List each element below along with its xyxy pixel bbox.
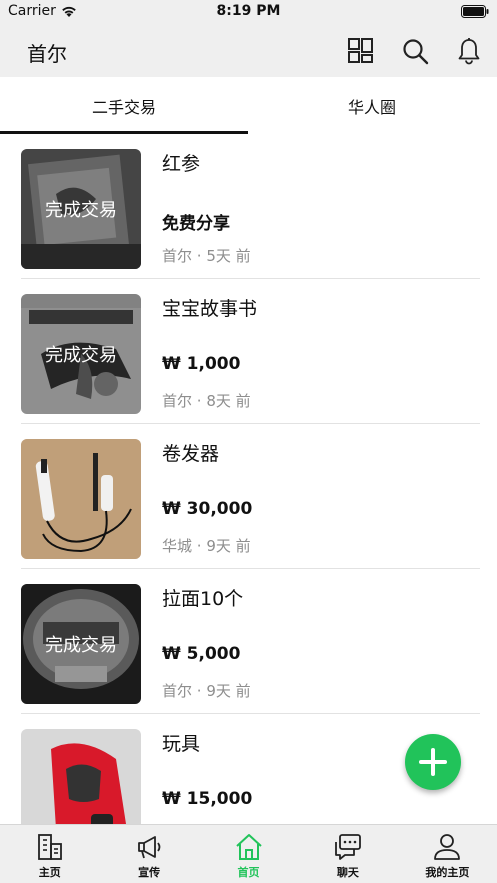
item-title: 拉面10个	[162, 588, 244, 610]
tabbar-item-chat[interactable]: 聊天	[298, 825, 397, 883]
list-item[interactable]: 完成交易 宝宝故事书 ₩ 1,000 首尔 · 8天 前	[0, 279, 497, 424]
tabbar-item-home[interactable]: 首页	[199, 825, 298, 883]
home-icon	[235, 834, 262, 860]
tab-community[interactable]: 华人圈	[248, 77, 496, 134]
building-icon	[37, 834, 62, 860]
list-item[interactable]: 完成交易 红参 免费分享 首尔 · 5天 前	[0, 134, 497, 279]
plus-icon	[419, 748, 447, 776]
curling-iron-photo	[21, 439, 141, 559]
clock: 8:19 PM	[216, 3, 281, 19]
add-listing-button[interactable]	[405, 734, 461, 790]
item-price: ₩ 1,000	[162, 354, 241, 374]
item-price: 免费分享	[162, 214, 230, 234]
item-price: ₩ 30,000	[162, 499, 253, 519]
tabbar-label: 宣传	[138, 866, 161, 879]
notifications-button[interactable]	[455, 37, 483, 65]
item-time: 9天 前	[206, 682, 251, 700]
grid-icon	[348, 38, 373, 63]
item-price: ₩ 5,000	[162, 644, 241, 664]
segment-tabs: 二手交易 华人圈	[0, 77, 497, 134]
tabbar-label: 主页	[38, 866, 61, 879]
tabbar-label: 首页	[237, 866, 260, 879]
tabbar-item-main[interactable]: 主页	[0, 825, 99, 883]
item-time: 9天 前	[206, 537, 251, 555]
item-thumbnail: 完成交易	[21, 149, 141, 269]
item-meta: 首尔 · 8天 前	[162, 392, 251, 410]
search-icon	[403, 39, 429, 65]
item-title: 宝宝故事书	[162, 298, 258, 320]
bottom-tab-bar: 主页 宣传 首页 聊天 我的主页	[0, 824, 497, 883]
item-thumbnail: 完成交易	[21, 294, 141, 414]
person-icon	[434, 834, 461, 860]
sold-overlay: 完成交易	[21, 294, 141, 414]
item-meta: 华城 · 9天 前	[162, 537, 251, 555]
item-price: ₩ 15,000	[162, 789, 253, 809]
item-location: 首尔	[162, 392, 193, 410]
list-item[interactable]: 卷发器 ₩ 30,000 华城 · 9天 前	[0, 424, 497, 569]
category-grid-button[interactable]	[347, 37, 375, 65]
toy-car-photo	[21, 729, 141, 824]
item-title: 卷发器	[162, 443, 220, 465]
item-title: 红参	[162, 153, 201, 175]
item-location: 首尔	[162, 247, 193, 265]
item-thumbnail: 完成交易	[21, 584, 141, 704]
item-title: 玩具	[162, 733, 201, 755]
chat-icon	[335, 834, 361, 860]
search-button[interactable]	[401, 37, 429, 65]
tabbar-label: 聊天	[336, 866, 359, 879]
item-location: 首尔	[162, 682, 193, 700]
tabbar-item-promo[interactable]: 宣传	[99, 825, 198, 883]
item-thumbnail	[21, 729, 141, 824]
status-bar: Carrier 8:19 PM	[0, 0, 497, 24]
item-thumbnail	[21, 439, 141, 559]
list-item[interactable]: 完成交易 拉面10个 ₩ 5,000 首尔 · 9天 前	[0, 569, 497, 714]
item-meta: 首尔 · 9天 前	[162, 682, 251, 700]
header: 首尔	[0, 24, 497, 77]
battery-icon	[461, 5, 489, 18]
tabbar-label: 我的主页	[425, 866, 470, 879]
item-location: 华城	[162, 537, 193, 555]
tab-secondhand[interactable]: 二手交易	[0, 77, 248, 134]
sold-overlay: 完成交易	[21, 149, 141, 269]
megaphone-icon	[138, 836, 161, 859]
item-time: 5天 前	[206, 247, 251, 265]
item-meta: 首尔 · 5天 前	[162, 247, 251, 265]
bell-icon	[458, 38, 480, 65]
tabbar-item-profile[interactable]: 我的主页	[398, 825, 497, 883]
sold-overlay: 完成交易	[21, 584, 141, 704]
listing-feed[interactable]: 完成交易 红参 免费分享 首尔 · 5天 前 完成交易 宝宝故事书 ₩ 1,00…	[0, 134, 497, 824]
location-title[interactable]: 首尔	[27, 38, 67, 67]
item-time: 8天 前	[206, 392, 251, 410]
